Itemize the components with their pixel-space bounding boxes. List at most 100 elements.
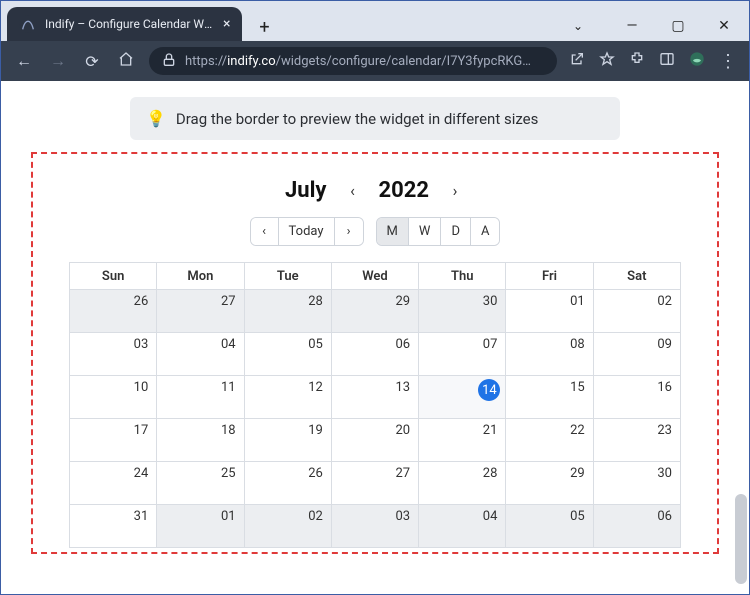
calendar-day-cell[interactable]: 31 [70, 505, 157, 547]
day-number: 09 [657, 337, 672, 352]
next-button[interactable]: › [335, 218, 363, 245]
calendar-day-cell[interactable]: 16 [594, 376, 680, 418]
toolbar: ← → ⟳ https://indify.co/widgets/configur… [1, 41, 749, 81]
calendar-day-cell[interactable]: 11 [157, 376, 244, 418]
calendar-day-cell[interactable]: 30 [419, 290, 506, 332]
calendar-day-cell[interactable]: 27 [332, 462, 419, 504]
calendar-day-cell[interactable]: 27 [157, 290, 244, 332]
close-tab-icon[interactable]: × [223, 16, 230, 32]
day-number: 20 [396, 423, 411, 438]
calendar-day-cell[interactable]: 01 [157, 505, 244, 547]
calendar-day-cell[interactable]: 20 [332, 419, 419, 461]
prev-button[interactable]: ‹ [251, 218, 279, 245]
calendar-day-cell[interactable]: 26 [70, 290, 157, 332]
lock-icon [161, 52, 177, 71]
window-minimize-icon[interactable]: ― [623, 17, 641, 35]
calendar-day-cell[interactable]: 25 [157, 462, 244, 504]
view-month-button[interactable]: M [377, 218, 409, 245]
panel-icon[interactable] [659, 51, 675, 71]
day-number: 25 [221, 466, 236, 481]
calendar-day-cell[interactable]: 02 [594, 290, 680, 332]
calendar-day-cell[interactable]: 18 [157, 419, 244, 461]
calendar-day-cell[interactable]: 04 [419, 505, 506, 547]
back-button[interactable]: ← [13, 51, 35, 71]
day-number: 03 [396, 509, 411, 524]
calendar-day-cell[interactable]: 02 [245, 505, 332, 547]
calendar-day-cell[interactable]: 17 [70, 419, 157, 461]
calendar-day-cell[interactable]: 26 [245, 462, 332, 504]
prev-month-button[interactable]: ‹ [343, 181, 363, 200]
calendar-day-cell[interactable]: 12 [245, 376, 332, 418]
forward-button[interactable]: → [47, 51, 69, 71]
day-number: 13 [396, 380, 411, 395]
day-number: 21 [483, 423, 498, 438]
day-number: 01 [221, 509, 236, 524]
calendar-header-row: SunMonTueWedThuFriSat [70, 263, 680, 289]
calendar-day-cell[interactable]: 23 [594, 419, 680, 461]
calendar-day-cell[interactable]: 29 [332, 290, 419, 332]
day-number: 12 [308, 380, 323, 395]
calendar-day-cell[interactable]: 28 [245, 290, 332, 332]
menu-icon[interactable]: ⋮ [719, 51, 737, 72]
nav-button-group: ‹ Today › [250, 217, 364, 246]
today-marker: 14 [478, 379, 500, 401]
window-caret-icon[interactable]: ⌄ [569, 17, 587, 35]
home-button[interactable] [115, 51, 137, 71]
day-number: 23 [657, 423, 672, 438]
calendar-day-cell[interactable]: 04 [157, 333, 244, 375]
calendar-day-cell[interactable]: 08 [506, 333, 593, 375]
calendar-day-cell[interactable]: 07 [419, 333, 506, 375]
day-number: 07 [483, 337, 498, 352]
day-number: 31 [134, 509, 149, 524]
calendar-day-cell[interactable]: 03 [332, 505, 419, 547]
day-number: 30 [657, 466, 672, 481]
calendar-day-cell[interactable]: 14 [419, 376, 506, 418]
bookmark-star-icon[interactable] [599, 51, 615, 71]
browser-window: Indify – Configure Calendar Widg × + ⌄ ―… [0, 0, 750, 595]
calendar-day-cell[interactable]: 06 [332, 333, 419, 375]
calendar-row: 31 01 02 03 040506 [70, 504, 680, 547]
calendar-day-cell[interactable]: 01 [506, 290, 593, 332]
day-number: 28 [483, 466, 498, 481]
scrollbar[interactable] [735, 494, 747, 584]
calendar-day-cell[interactable]: 05 [245, 333, 332, 375]
view-agenda-button[interactable]: A [471, 218, 499, 245]
reload-button[interactable]: ⟳ [81, 52, 103, 71]
new-tab-button[interactable]: + [250, 13, 278, 41]
calendar-day-cell[interactable]: 28 [419, 462, 506, 504]
day-header: Tue [245, 263, 332, 289]
calendar-day-cell[interactable]: 19 [245, 419, 332, 461]
extensions-icon[interactable] [629, 51, 645, 71]
calendar-day-cell[interactable]: 15 [506, 376, 593, 418]
calendar-row: 03040506 07 08 09 [70, 332, 680, 375]
day-number: 02 [657, 294, 672, 309]
next-month-button[interactable]: › [445, 181, 465, 200]
widget-preview-frame[interactable]: July ‹ 2022 › ‹ Today › M W D A [31, 152, 719, 554]
window-maximize-icon[interactable]: ▢ [669, 17, 687, 35]
calendar-day-cell[interactable]: 22 [506, 419, 593, 461]
calendar-day-cell[interactable]: 09 [594, 333, 680, 375]
calendar-toolbar: ‹ Today › M W D A [43, 217, 707, 246]
calendar-day-cell[interactable]: 06 [594, 505, 680, 547]
calendar-day-cell[interactable]: 24 [70, 462, 157, 504]
window-close-icon[interactable]: ✕ [715, 17, 733, 35]
day-header: Sun [70, 263, 157, 289]
calendar-day-cell[interactable]: 21 [419, 419, 506, 461]
share-icon[interactable] [569, 51, 585, 71]
view-week-button[interactable]: W [409, 218, 442, 245]
today-button[interactable]: Today [279, 218, 335, 245]
view-day-button[interactable]: D [441, 218, 471, 245]
calendar-day-cell[interactable]: 29 [506, 462, 593, 504]
day-number: 02 [308, 509, 323, 524]
day-number: 19 [308, 423, 323, 438]
browser-tab[interactable]: Indify – Configure Calendar Widg × [7, 7, 242, 41]
calendar-day-cell[interactable]: 13 [332, 376, 419, 418]
calendar-day-cell[interactable]: 03 [70, 333, 157, 375]
profile-avatar[interactable] [689, 51, 705, 71]
url-text: https://indify.co/widgets/configure/cale… [185, 54, 531, 69]
calendar-day-cell[interactable]: 05 [506, 505, 593, 547]
day-number: 27 [221, 294, 236, 309]
address-bar[interactable]: https://indify.co/widgets/configure/cale… [149, 47, 557, 75]
calendar-day-cell[interactable]: 30 [594, 462, 680, 504]
calendar-day-cell[interactable]: 10 [70, 376, 157, 418]
